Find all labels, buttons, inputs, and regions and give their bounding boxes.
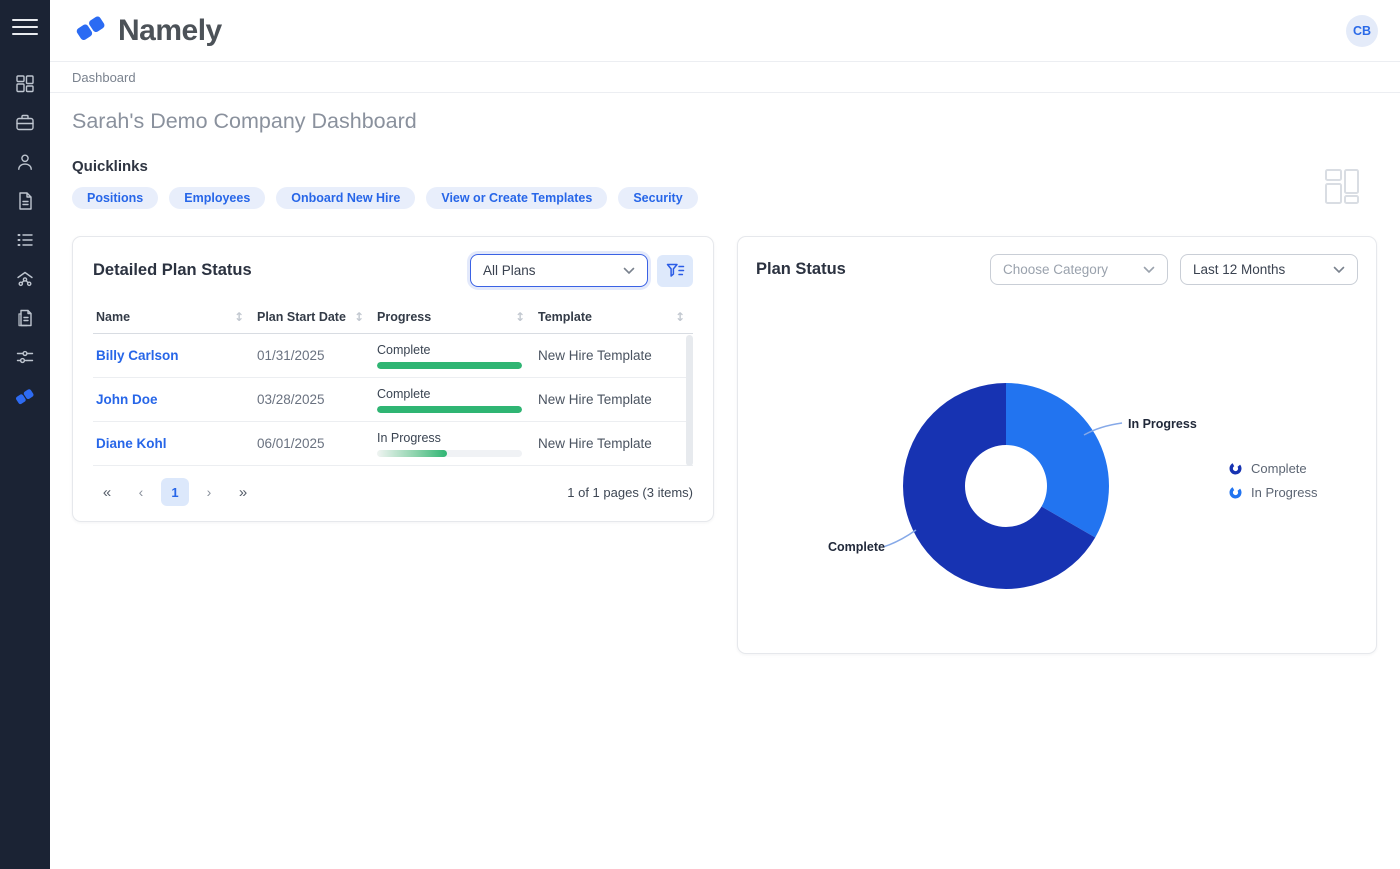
pagination-next-button[interactable]: › bbox=[195, 478, 223, 506]
plan-table: Name↕Plan Start Date↕Progress↕Template↕ … bbox=[93, 300, 693, 466]
quicklinks-row: Positions Employees Onboard New Hire View o… bbox=[72, 187, 1378, 209]
progress-bar bbox=[377, 406, 522, 413]
legend-label: Complete bbox=[1251, 461, 1307, 476]
person-icon[interactable] bbox=[0, 143, 50, 182]
quicklink-view-or-create-templates[interactable]: View or Create Templates bbox=[426, 187, 607, 209]
main-content: Sarah's Demo Company Dashboard Quicklink… bbox=[50, 93, 1400, 869]
pagination-first-button[interactable]: « bbox=[93, 478, 121, 506]
chevron-down-icon bbox=[623, 267, 635, 275]
table-row: Billy Carlson 01/31/2025 Complete New Hi… bbox=[93, 334, 693, 378]
chevron-down-icon bbox=[1333, 266, 1345, 274]
callout-line bbox=[883, 530, 916, 547]
namely-flag-icon[interactable] bbox=[0, 377, 50, 416]
column-header-name: Name ↕ bbox=[93, 310, 254, 324]
employee-name-link[interactable]: Billy Carlson bbox=[96, 348, 179, 363]
plan-start-date: 01/31/2025 bbox=[254, 348, 374, 363]
namely-logo[interactable]: Namely bbox=[72, 10, 222, 51]
chevron-down-icon bbox=[1143, 266, 1155, 274]
template-name: New Hire Template bbox=[535, 392, 695, 407]
briefcase-icon[interactable] bbox=[0, 104, 50, 143]
pagination-prev-button[interactable]: ‹ bbox=[127, 478, 155, 506]
plan-status-title: Plan Status bbox=[756, 260, 846, 279]
pagination: « ‹ 1 › » 1 of 1 pages (3 items) bbox=[93, 477, 693, 507]
legend-ring-icon bbox=[1229, 462, 1242, 475]
employee-name-link[interactable]: Diane Kohl bbox=[96, 436, 167, 451]
breadcrumb[interactable]: Dashboard bbox=[72, 70, 136, 85]
hamburger-menu-icon[interactable] bbox=[12, 11, 38, 43]
breadcrumb-bar: Dashboard bbox=[50, 62, 1400, 93]
column-label: Plan Start Date bbox=[257, 310, 346, 324]
quicklink-positions[interactable]: Positions bbox=[72, 187, 158, 209]
org-chart-icon[interactable] bbox=[0, 260, 50, 299]
sort-icon[interactable]: ↕ bbox=[515, 310, 525, 324]
column-label: Progress bbox=[377, 310, 431, 324]
plan-start-date: 06/01/2025 bbox=[254, 436, 374, 451]
legend-label: In Progress bbox=[1251, 485, 1317, 500]
legend-item-complete: Complete bbox=[1229, 461, 1317, 476]
legend-ring-icon bbox=[1229, 486, 1242, 499]
plan-status-card: Plan Status Choose Category Last 12 Mont… bbox=[737, 236, 1377, 654]
report-icon[interactable] bbox=[0, 299, 50, 338]
legend-item-in-progress: In Progress bbox=[1229, 485, 1317, 500]
quicklinks-heading: Quicklinks bbox=[72, 158, 1378, 175]
sliders-icon[interactable] bbox=[0, 338, 50, 377]
sort-icon[interactable]: ↕ bbox=[675, 310, 685, 324]
column-header-template: Template ↕ bbox=[535, 310, 695, 324]
table-scrollbar[interactable] bbox=[686, 335, 693, 466]
dashboard-layout-icon[interactable] bbox=[1324, 167, 1362, 205]
table-header-row: Name ↕ Plan Start Date ↕ Progress ↕ Template ↕ bbox=[93, 300, 693, 334]
plan-start-date: 03/28/2025 bbox=[254, 392, 374, 407]
filter-button[interactable] bbox=[657, 255, 693, 287]
quicklink-employees[interactable]: Employees bbox=[169, 187, 265, 209]
progress-label: Complete bbox=[377, 343, 525, 357]
funnel-filter-icon bbox=[666, 263, 685, 279]
sort-icon[interactable]: ↕ bbox=[234, 310, 244, 324]
plan-status-chart: In Progress Complete Complete In Progress bbox=[756, 293, 1360, 642]
quicklink-onboard-new-hire[interactable]: Onboard New Hire bbox=[276, 187, 415, 209]
progress-label: Complete bbox=[377, 387, 525, 401]
plan-filter-select[interactable]: All Plans bbox=[470, 254, 648, 287]
page-title: Sarah's Demo Company Dashboard bbox=[72, 109, 1378, 134]
column-label: Template bbox=[538, 310, 592, 324]
plan-filter-value: All Plans bbox=[483, 263, 536, 278]
sidebar bbox=[0, 0, 50, 869]
date-range-value: Last 12 Months bbox=[1193, 262, 1285, 277]
employee-name-link[interactable]: John Doe bbox=[96, 392, 158, 407]
callout-label-in-progress: In Progress bbox=[1128, 417, 1197, 431]
user-avatar[interactable]: CB bbox=[1346, 15, 1378, 47]
column-label: Name bbox=[96, 310, 130, 324]
chart-legend: Complete In Progress bbox=[1229, 461, 1317, 500]
column-header-progress: Progress ↕ bbox=[374, 310, 535, 324]
progress-label: In Progress bbox=[377, 431, 525, 445]
template-name: New Hire Template bbox=[535, 348, 695, 363]
document-icon[interactable] bbox=[0, 182, 50, 221]
template-name: New Hire Template bbox=[535, 436, 695, 451]
dashboard-grid-icon[interactable] bbox=[0, 65, 50, 104]
pagination-page-1[interactable]: 1 bbox=[161, 478, 189, 506]
category-select[interactable]: Choose Category bbox=[990, 254, 1168, 285]
callout-label-complete: Complete bbox=[828, 540, 885, 554]
namely-flag-icon bbox=[72, 10, 110, 51]
app-name: Namely bbox=[118, 14, 222, 48]
list-icon[interactable] bbox=[0, 221, 50, 260]
pagination-last-button[interactable]: » bbox=[229, 478, 257, 506]
detailed-plan-status-title: Detailed Plan Status bbox=[93, 261, 252, 280]
detailed-plan-status-card: Detailed Plan Status All Plans Name↕Plan… bbox=[72, 236, 714, 522]
progress-bar bbox=[377, 362, 522, 369]
quicklink-security[interactable]: Security bbox=[618, 187, 697, 209]
column-header-plan-start-date: Plan Start Date ↕ bbox=[254, 310, 374, 324]
donut-slice-in-progress bbox=[1006, 383, 1109, 538]
progress-bar bbox=[377, 450, 522, 457]
pagination-summary: 1 of 1 pages (3 items) bbox=[567, 485, 693, 500]
category-placeholder: Choose Category bbox=[1003, 262, 1108, 277]
sort-icon[interactable]: ↕ bbox=[354, 310, 364, 324]
top-header: Namely CB bbox=[50, 0, 1400, 62]
date-range-select[interactable]: Last 12 Months bbox=[1180, 254, 1358, 285]
table-row: Diane Kohl 06/01/2025 In Progress New Hi… bbox=[93, 422, 693, 466]
table-row: John Doe 03/28/2025 Complete New Hire Te… bbox=[93, 378, 693, 422]
